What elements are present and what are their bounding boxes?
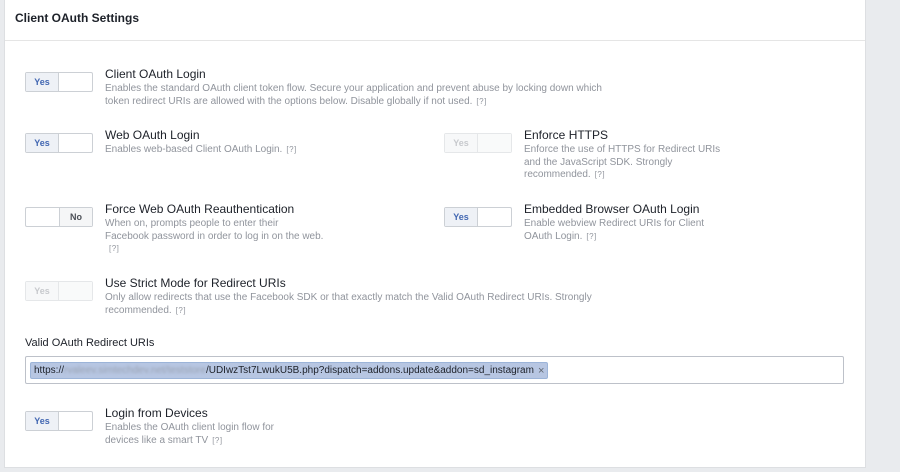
toggle-yes-label: Yes bbox=[26, 412, 60, 430]
redirect-uris-label: Valid OAuth Redirect URIs bbox=[25, 337, 155, 349]
redirect-uris-input[interactable]: https://rvaleev.simtechdev.net/teststore… bbox=[25, 356, 844, 384]
strict-mode-toggle[interactable]: Yes bbox=[25, 281, 93, 301]
setting-description: Enables the OAuth client login flow for … bbox=[105, 422, 274, 446]
setting-description: Enables web-based Client OAuth Login. bbox=[105, 144, 283, 155]
toggle-yes-label: Yes bbox=[26, 73, 60, 91]
login-from-devices-toggle[interactable]: Yes bbox=[25, 411, 93, 431]
uri-prefix: https:// bbox=[34, 364, 65, 376]
help-link[interactable]: [?] bbox=[586, 232, 596, 241]
setting-title: Force Web OAuth Reauthentication bbox=[105, 202, 295, 216]
panel-title: Client OAuth Settings bbox=[15, 11, 139, 25]
panel-header: Client OAuth Settings bbox=[5, 0, 865, 41]
help-link[interactable]: [?] bbox=[109, 244, 119, 253]
toggle-yes-label: Yes bbox=[26, 282, 60, 300]
client-oauth-login-toggle[interactable]: Yes bbox=[25, 72, 93, 92]
toggle-yes-label: Yes bbox=[26, 134, 60, 152]
setting-description: When on, prompts people to enter their F… bbox=[105, 218, 324, 242]
toggle-yes-label: Yes bbox=[445, 208, 479, 226]
setting-description: Enable webview Redirect URIs for Client … bbox=[524, 218, 705, 242]
toggle-yes-label: Yes bbox=[445, 134, 479, 152]
setting-description: Enables the standard OAuth client token … bbox=[105, 83, 602, 107]
help-link[interactable]: [?] bbox=[595, 170, 605, 179]
enforce-https-toggle[interactable]: Yes bbox=[444, 133, 512, 153]
setting-title: Enforce HTTPS bbox=[524, 128, 609, 142]
embedded-browser-toggle[interactable]: Yes bbox=[444, 207, 512, 227]
setting-title: Embedded Browser OAuth Login bbox=[524, 202, 700, 216]
page-gutter bbox=[866, 0, 900, 472]
remove-token-icon[interactable]: × bbox=[538, 363, 544, 379]
uri-blurred-host: rvaleev.simtechdev.net/teststore bbox=[64, 364, 206, 376]
redirect-uri-token[interactable]: https://rvaleev.simtechdev.net/teststore… bbox=[30, 362, 549, 379]
help-link[interactable]: [?] bbox=[212, 436, 222, 445]
force-reauth-toggle[interactable]: No bbox=[25, 207, 93, 227]
setting-title: Web OAuth Login bbox=[105, 128, 200, 142]
help-link[interactable]: [?] bbox=[286, 145, 296, 154]
setting-description: Enforce the use of HTTPS for Redirect UR… bbox=[524, 144, 721, 180]
uri-path: /UDIwzTst7LwukU5B.php?dispatch=addons.up… bbox=[205, 364, 534, 376]
setting-title: Login from Devices bbox=[105, 406, 208, 420]
setting-title: Use Strict Mode for Redirect URIs bbox=[105, 276, 286, 290]
setting-title: Client OAuth Login bbox=[105, 67, 206, 81]
toggle-no-label: No bbox=[58, 208, 92, 226]
help-link[interactable]: [?] bbox=[176, 306, 186, 315]
web-oauth-login-toggle[interactable]: Yes bbox=[25, 133, 93, 153]
help-link[interactable]: [?] bbox=[476, 97, 486, 106]
